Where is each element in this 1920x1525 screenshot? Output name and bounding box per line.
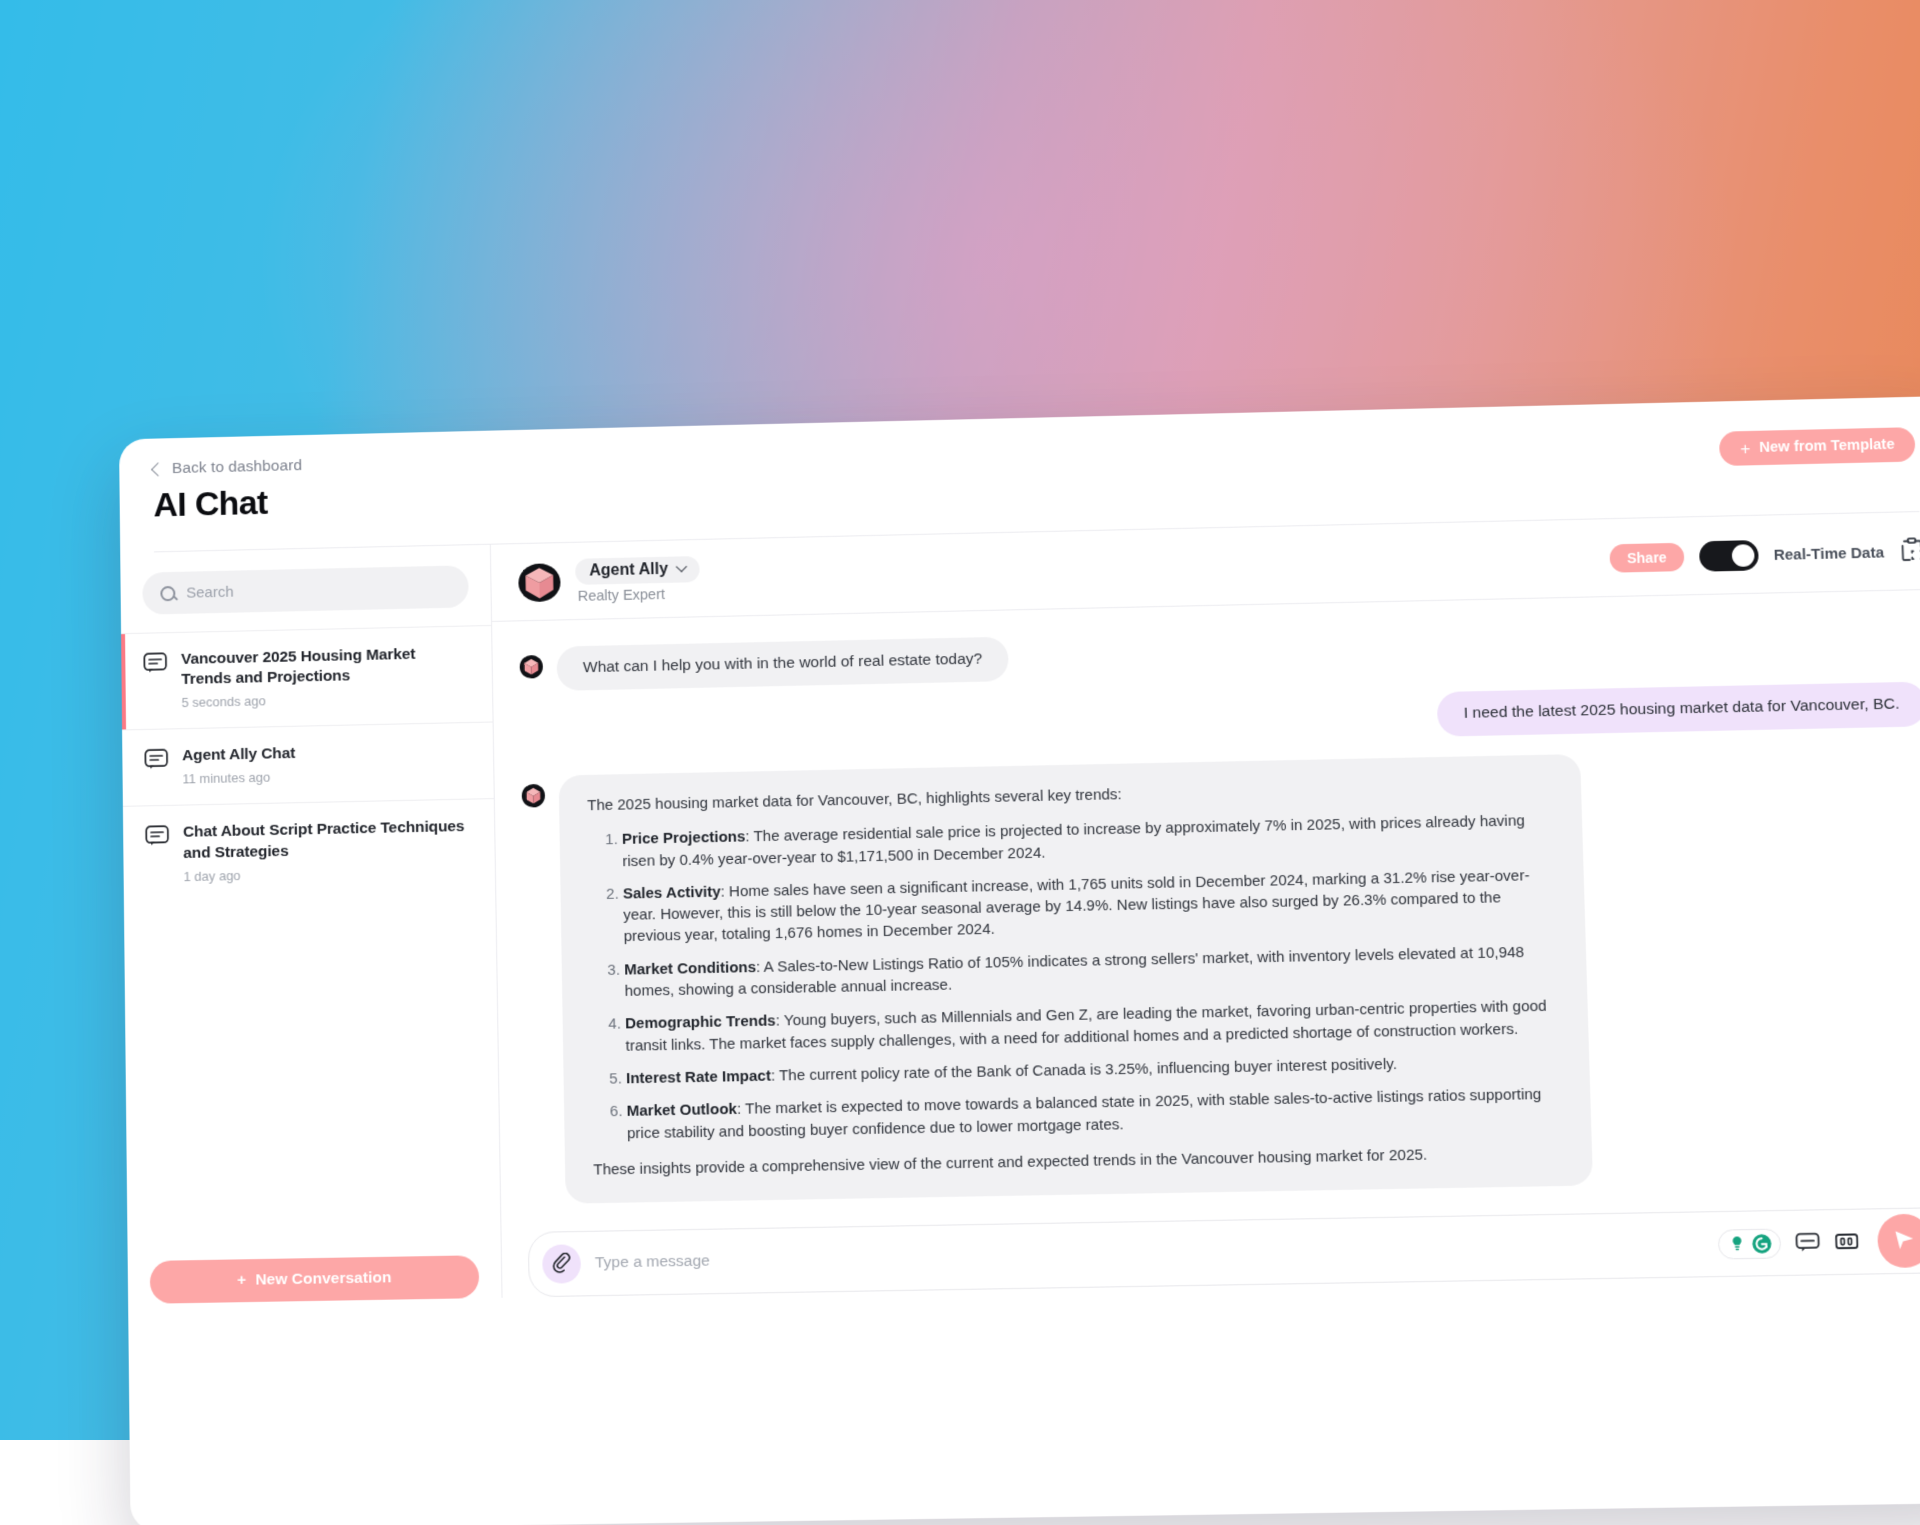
share-button[interactable]: Share [1609,543,1684,573]
answer-item-text: : Home sales have seen a significant inc… [623,867,1530,946]
plus-icon: + [1740,440,1751,457]
conversation-text: Chat About Script Practice Techniques an… [183,817,473,884]
conversations-sidebar: Vancouver 2025 Housing Market Trends and… [120,545,502,1304]
answer-item-text: : A Sales-to-New Listings Ratio of 105% … [624,944,1524,1001]
user-message-bubble: I need the latest 2025 housing market da… [1437,682,1920,737]
search-input[interactable] [186,578,450,601]
answer-item: Market Conditions: A Sales-to-New Listin… [624,941,1558,1003]
answer-item-label: Demographic Trends [625,1013,776,1033]
app-card: Back to dashboard AI Chat + New from Tem… [119,396,1920,1525]
answer-item: Sales Activity: Home sales have seen a s… [623,864,1557,948]
attach-file-button[interactable] [542,1244,581,1283]
conversation-item-1[interactable]: Agent Ally Chat 11 minutes ago [122,722,494,806]
send-arrow-icon [1891,1226,1919,1256]
chat-header-actions: Share Real-Time Data [1609,536,1920,575]
answer-item: Market Outlook: The market is expected t… [626,1084,1562,1145]
chat-bubble-icon [145,825,170,884]
answer-item-label: Sales Activity [623,883,721,902]
answer-item-label: Price Projections [622,829,746,849]
conversation-timestamp: 5 seconds ago [181,689,470,710]
plus-icon: + [237,1272,246,1291]
search-box[interactable] [142,565,469,614]
message-list: What can I help you with in the world of… [492,589,1920,1232]
search-container [120,545,491,633]
answer-item-label: Market Conditions [624,959,756,979]
answer-list: Price Projections: The average residenti… [588,810,1563,1145]
grammarly-widget[interactable] [1718,1228,1782,1259]
keyboard-icon[interactable] [1834,1230,1859,1253]
app-stage: Back to dashboard AI Chat + New from Tem… [0,0,1920,1440]
paperclip-icon [551,1252,572,1276]
conversation-title: Chat About Script Practice Techniques an… [183,817,473,864]
realtime-data-toggle[interactable] [1699,540,1759,572]
agent-avatar-small [519,654,544,680]
message-row-user: I need the latest 2025 housing market da… [519,682,1920,757]
answer-item-label: Interest Rate Impact [626,1067,771,1087]
back-label: Back to dashboard [172,457,302,478]
conversation-text: Agent Ally Chat 11 minutes ago [182,744,296,787]
grammarly-logo-icon [1751,1232,1773,1254]
search-icon [160,585,175,600]
chevron-left-icon [151,462,165,476]
agent-meta: Agent Ally Realty Expert [575,556,700,605]
message-row-answer: The 2025 housing market data for Vancouv… [521,747,1920,1205]
clipboard-scan-icon[interactable] [1899,536,1920,568]
chat-bubble-icon [143,652,168,711]
quick-reply-icon[interactable] [1795,1231,1820,1254]
conversation-text: Vancouver 2025 Housing Market Trends and… [181,644,470,711]
answer-item-label: Market Outlook [627,1101,738,1120]
answer-item-text: : The current policy rate of the Bank of… [771,1056,1397,1085]
message-row-greeting: What can I help you with in the world of… [518,616,1920,691]
ai-greeting-bubble: What can I help you with in the world of… [557,637,1009,691]
send-button[interactable] [1877,1214,1920,1269]
conversation-item-2[interactable]: Chat About Script Practice Techniques an… [123,799,495,904]
grammarly-suggestion-icon [1726,1233,1748,1255]
answer-intro: The 2025 housing market data for Vancouv… [587,775,1553,817]
agent-avatar [517,560,562,605]
new-from-template-button[interactable]: + New from Template [1719,427,1915,466]
chat-bubble-icon [144,749,168,788]
answer-item-text: : The market is expected to move towards… [627,1086,1542,1142]
chat-panel: Agent Ally Realty Expert Share Real-Time… [491,511,1920,1298]
answer-item-text: : The average residential sale price is … [622,812,1525,869]
conversation-title: Vancouver 2025 Housing Market Trends and… [181,644,470,691]
conversation-title: Agent Ally Chat [182,744,295,767]
conversation-item-0[interactable]: Vancouver 2025 Housing Market Trends and… [121,625,493,730]
chevron-down-icon [675,561,686,572]
new-conversation-container: + New Conversation [127,1236,501,1304]
new-conversation-button[interactable]: + New Conversation [150,1255,480,1304]
answer-item: Price Projections: The average residenti… [622,810,1555,872]
answer-item: Interest Rate Impact: The current policy… [626,1050,1561,1089]
new-conversation-label: New Conversation [255,1269,391,1290]
message-input[interactable] [595,1235,1704,1273]
realtime-data-label: Real-Time Data [1773,544,1884,564]
agent-role: Realty Expert [578,586,700,605]
agent-name: Agent Ally [589,561,668,581]
agent-avatar-small [521,783,546,809]
toggle-knob [1732,544,1755,567]
answer-outro: These insights provide a comprehensive v… [593,1142,1563,1181]
new-from-template-label: New from Template [1759,437,1895,456]
ai-answer-bubble: The 2025 housing market data for Vancouv… [559,754,1593,1204]
app-body: Vancouver 2025 Housing Market Trends and… [120,511,1920,1304]
agent-selector[interactable]: Agent Ally [575,556,699,585]
answer-item: Demographic Trends: Young buyers, such a… [625,996,1560,1057]
conversation-timestamp: 1 day ago [183,863,472,884]
conversation-timestamp: 11 minutes ago [182,769,295,786]
